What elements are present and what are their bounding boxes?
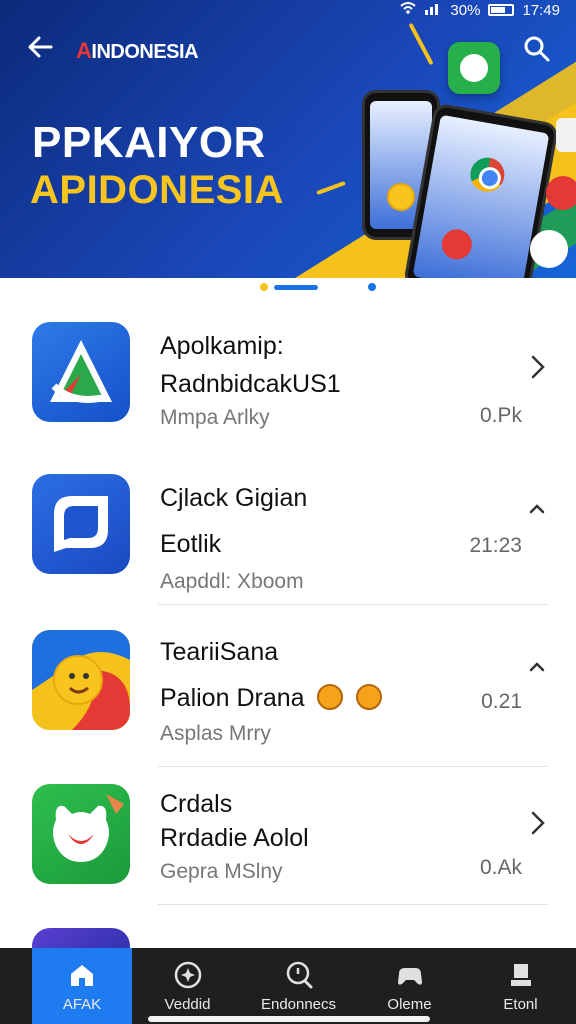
app-size: 21:23	[469, 534, 522, 557]
home-indicator[interactable]	[148, 1016, 430, 1022]
list-item[interactable]: TeariiSana Palion Drana Asplas Mrry 0.21	[0, 608, 576, 758]
chevron-up-icon[interactable]	[526, 652, 548, 686]
app-icon-chat	[32, 474, 130, 574]
app-category: Asplas Mrry	[160, 722, 271, 745]
search-icon	[284, 960, 314, 990]
nav-label: AFAK	[62, 996, 102, 1013]
app-size: 0.Pk	[479, 404, 522, 427]
arrow-left-icon	[28, 36, 53, 58]
gamepad-icon	[395, 960, 425, 990]
nav-tab-library[interactable]: Etonl	[465, 948, 576, 1024]
app-developer: Eotlik	[160, 530, 222, 558]
battery-percent: 30%	[450, 1, 481, 19]
bottom-navigation: AFAK Veddid Endonnecs Oleme Etonl	[0, 948, 576, 1024]
app-name: Crdals	[160, 790, 233, 818]
app-icon-character	[32, 630, 130, 730]
brand-mark: A	[76, 38, 92, 63]
home-icon	[67, 960, 97, 990]
hero-subtitle: APIDONESIA	[30, 168, 284, 212]
list-item[interactable]: Crdals Rrdadie Aolol Gepra MSlny 0.Ak	[0, 770, 576, 920]
status-bar: 30% 17:49	[0, 0, 576, 20]
app-developer: Palion Drana	[160, 684, 383, 713]
nav-tab-search[interactable]: Endonnecs	[243, 948, 354, 1024]
app-name: TeariiSana	[160, 638, 279, 666]
app-icon-map	[32, 322, 130, 422]
app-name: Apolkamip:	[160, 332, 284, 360]
hero-banner[interactable]: 30% 17:49 AINDONESIA PPKAIYOR APIDONESIA	[0, 0, 576, 278]
list-item[interactable]: Cjlack Gigian Eotlik Aapddl: Xboom 21:23	[0, 452, 576, 602]
nav-label: Endonnecs	[260, 996, 337, 1013]
app-category: Aapddl: Xboom	[160, 570, 304, 593]
app-size: 0.Ak	[479, 856, 522, 879]
carousel-indicator[interactable]	[0, 282, 576, 292]
nav-tab-games[interactable]: Oleme	[354, 948, 465, 1024]
emoji-icon	[317, 684, 344, 710]
emoji-icon	[356, 684, 383, 710]
decor-line	[316, 180, 346, 196]
nav-label: Oleme	[387, 996, 432, 1013]
brand-logo: AINDONESIA	[76, 38, 199, 64]
search-button[interactable]	[522, 34, 556, 68]
chevron-right-icon[interactable]	[526, 808, 548, 842]
back-button[interactable]	[22, 32, 58, 68]
app-size: 0.21	[481, 690, 522, 713]
app-category: Gepra MSlny	[160, 860, 283, 883]
divider	[158, 766, 548, 767]
globe-icon	[448, 42, 500, 94]
signal-icon	[424, 1, 442, 19]
hero-title: PPKAIYOR	[32, 118, 266, 167]
list-item[interactable]: Apolkamip: RadnbidcakUS1 Mmpa Arlky 0.Pk	[0, 300, 576, 450]
app-category: Mmpa Arlky	[160, 406, 270, 429]
sparkle-icon	[173, 960, 203, 990]
chevron-up-icon[interactable]	[526, 494, 548, 528]
carousel-dot[interactable]	[368, 283, 376, 291]
list-item[interactable]	[0, 926, 576, 948]
app-developer: RadnbidcakUS1	[160, 370, 341, 398]
clock: 17:49	[522, 1, 560, 19]
carousel-dot-active[interactable]	[274, 285, 318, 290]
wifi-icon	[400, 1, 417, 19]
app-icon	[32, 928, 130, 948]
app-icon-mascot	[32, 784, 130, 884]
library-icon	[506, 960, 536, 990]
search-icon	[524, 36, 550, 62]
nav-label: Etonl	[503, 996, 538, 1013]
app-icon	[556, 118, 576, 152]
battery-icon	[488, 4, 515, 16]
chevron-right-icon[interactable]	[526, 352, 548, 386]
app-icon	[530, 230, 568, 268]
brand-name: INDONESIA	[91, 41, 199, 63]
app-developer: Rrdadie Aolol	[160, 824, 309, 852]
app-icon	[546, 176, 576, 210]
divider	[158, 604, 548, 605]
divider	[158, 904, 548, 905]
smiley-icon	[387, 183, 415, 211]
carousel-dot[interactable]	[260, 283, 268, 291]
nav-tab-home[interactable]: AFAK	[32, 948, 132, 1024]
nav-label: Veddid	[164, 996, 211, 1013]
app-developer-text: Palion Drana	[160, 684, 305, 712]
app-name: Cjlack Gigian	[160, 484, 308, 512]
nav-tab-explore[interactable]: Veddid	[132, 948, 243, 1024]
